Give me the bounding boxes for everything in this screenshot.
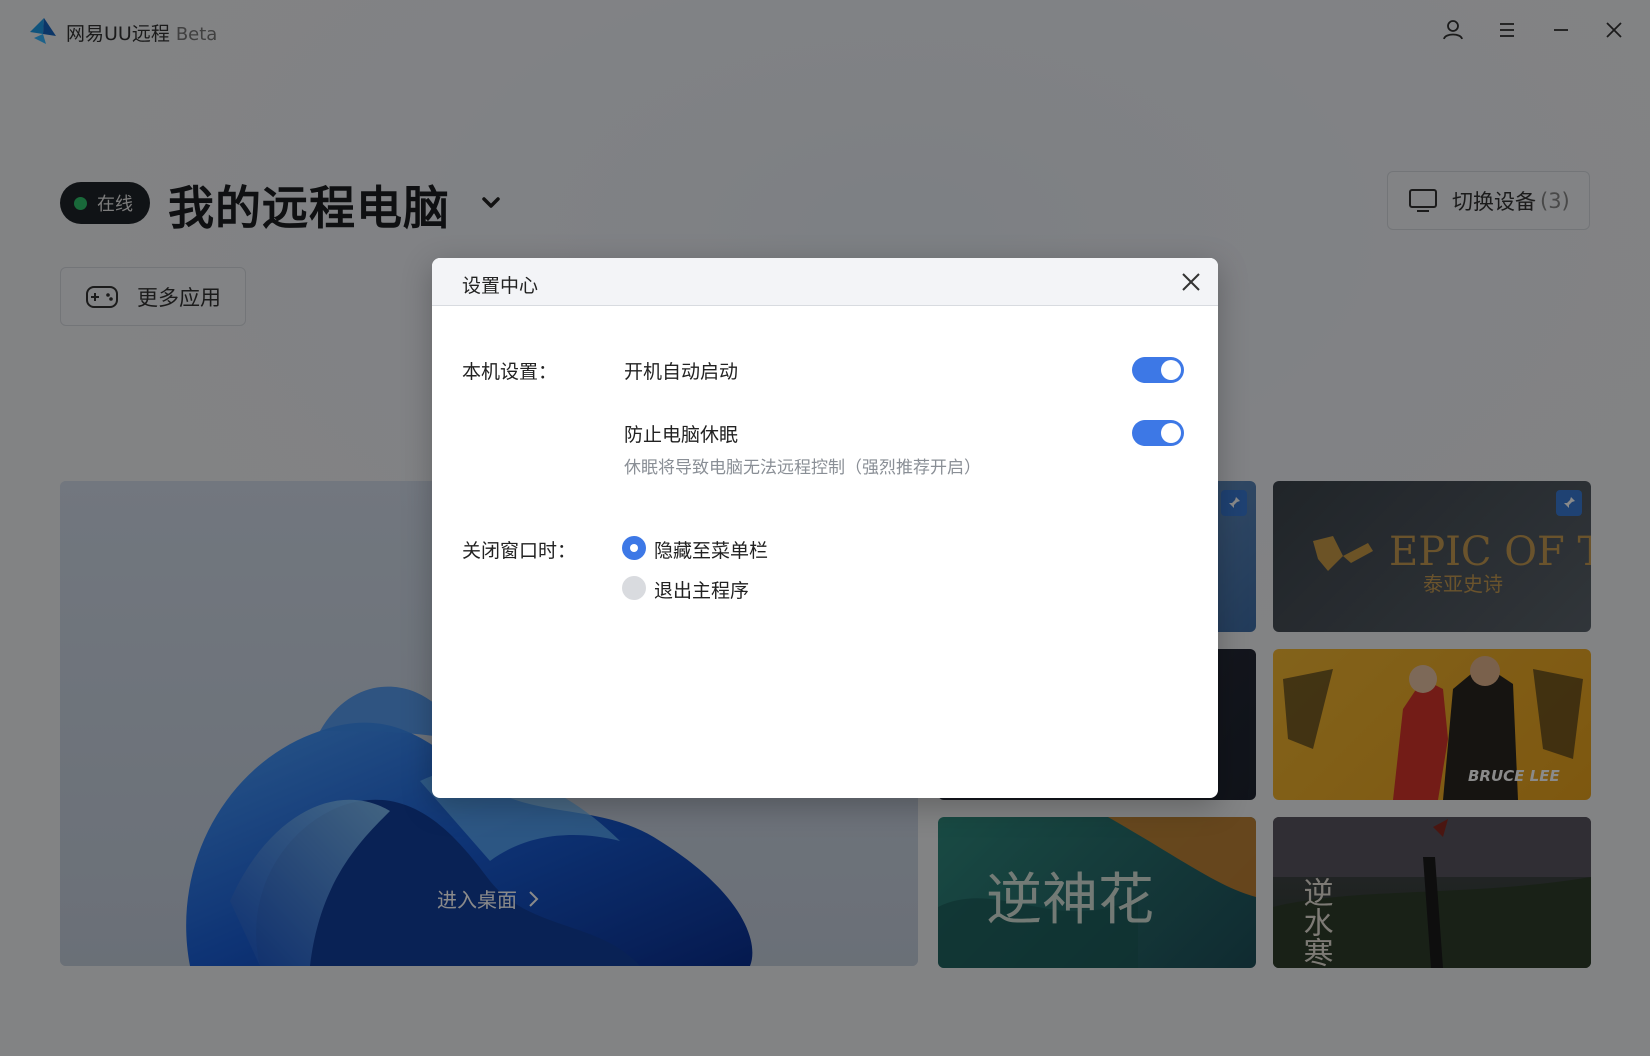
auto-start-toggle[interactable] [1132,357,1184,383]
hide-to-tray-radio[interactable] [622,536,646,560]
exit-app-radio[interactable] [622,576,646,600]
close-icon [1182,273,1200,291]
dialog-close-button[interactable] [1178,269,1204,295]
toggle-knob [1161,360,1181,380]
close-window-label: 关闭窗口时： [462,540,577,562]
exit-app-label[interactable]: 退出主程序 [654,576,749,603]
prevent-sleep-toggle[interactable] [1132,420,1184,446]
dialog-header: 设置中心 [432,258,1218,306]
auto-start-label: 开机自动启动 [624,361,739,383]
prevent-sleep-description: 休眠将导致电脑无法远程控制（强烈推荐开启） [624,458,981,478]
toggle-knob [1161,423,1181,443]
dialog-title: 设置中心 [462,275,539,297]
local-settings-label: 本机设置： [462,361,558,383]
hide-to-tray-label[interactable]: 隐藏至菜单栏 [654,536,768,563]
prevent-sleep-label: 防止电脑休眠 [624,424,739,446]
settings-dialog: 设置中心 本机设置： 开机自动启动 防止电脑休眠 休眠将导致电脑无法远程控制（强… [432,258,1218,798]
